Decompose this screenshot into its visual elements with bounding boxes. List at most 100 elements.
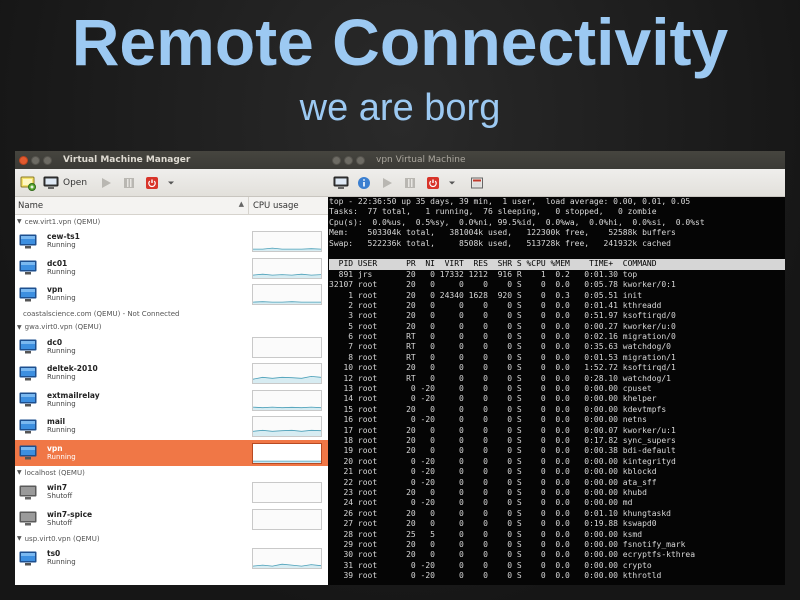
chevron-down-icon[interactable] <box>447 174 457 192</box>
vm-name: ts0 <box>47 549 61 559</box>
vm-status: Shutoff <box>47 492 73 501</box>
pause-icon[interactable] <box>401 174 419 192</box>
process-row: 24 root 0 -20 0 0 0 S 0 0.0 0:00.00 md <box>329 498 633 508</box>
process-row: 31 root 0 -20 0 0 0 S 0 0.0 0:00.00 cryp… <box>329 560 652 570</box>
expander-icon[interactable]: ▼ <box>17 469 22 476</box>
expander-icon[interactable]: ▼ <box>17 218 22 225</box>
pause-icon[interactable] <box>120 174 138 192</box>
open-button[interactable]: Open <box>42 174 87 192</box>
name-column-label: Name <box>18 200 44 211</box>
cpu-usage-graph <box>252 389 322 411</box>
cpu-usage-graph <box>252 416 322 437</box>
vm-row[interactable]: mail Running <box>15 413 328 440</box>
vm-name: cew-ts1 <box>47 232 80 242</box>
chevron-down-icon[interactable] <box>166 174 176 192</box>
power-icon[interactable] <box>143 174 161 192</box>
process-row: 8 root RT 0 0 0 0 S 0 0.0 0:01.53 migrat… <box>329 352 676 362</box>
process-row: 13 root 0 -20 0 0 0 S 0 0.0 0:00.00 cpus… <box>329 384 652 394</box>
top-summary-line: Tasks: 77 total, 1 running, 76 sleeping,… <box>329 207 657 217</box>
play-icon[interactable] <box>378 174 396 192</box>
vm-row[interactable]: win7 Shutoff <box>15 479 328 506</box>
vmm-window-title: Virtual Machine Manager <box>63 155 191 165</box>
connection-group[interactable]: ▼ usp.virt0.vpn (QEMU) <box>15 532 328 545</box>
slide-subtitle: we are borg <box>299 87 501 129</box>
cpu-usage-graph <box>252 257 322 279</box>
process-row: 3 root 20 0 0 0 0 S 0 0.0 0:51.97 ksofti… <box>329 311 676 321</box>
vm-list: ▼ cew.virt1.vpn (QEMU) cew-ts1 Running dc01 R… <box>15 215 328 572</box>
process-row: 19 root 20 0 0 0 0 S 0 0.0 0:00.38 bdi-d… <box>329 446 676 456</box>
vm-row[interactable]: vpn Running <box>15 439 328 466</box>
close-window-button[interactable] <box>332 155 341 165</box>
vm-name: vpn <box>47 285 63 295</box>
vm-row[interactable]: extmailrelay Running <box>15 387 328 414</box>
process-row: 23 root 20 0 0 0 0 S 0 0.0 0:00.00 khubd <box>329 487 647 497</box>
minimize-window-button[interactable] <box>31 155 40 165</box>
vm-name: mail <box>47 417 66 427</box>
vm-monitor-icon <box>19 287 37 302</box>
connection-group[interactable]: ▼ gwa.virt0.vpn (QEMU) <box>15 321 328 334</box>
info-icon[interactable] <box>355 174 373 192</box>
new-vm-icon[interactable] <box>19 174 37 192</box>
top-summary-line: Cpu(s): 0.0%us, 0.5%sy, 0.0%ni, 99.5%id,… <box>329 217 705 227</box>
power-icon[interactable] <box>424 174 442 192</box>
vm-status: Running <box>47 267 76 276</box>
connection-group[interactable]: ▼ localhost (QEMU) <box>15 466 328 479</box>
expander-icon[interactable]: ▼ <box>17 324 22 331</box>
vm-row[interactable]: cew-ts1 Running <box>15 228 328 255</box>
vm-name: extmailrelay <box>47 390 100 400</box>
name-column-header[interactable]: Name ▲ <box>15 197 249 214</box>
vm-row[interactable]: dc01 Running <box>15 255 328 282</box>
play-icon[interactable] <box>97 174 115 192</box>
vm-status: Running <box>47 558 76 567</box>
vm-row[interactable]: vpn Running <box>15 281 328 308</box>
process-row: 27 root 20 0 0 0 0 S 0 0.0 0:19.88 kswap… <box>329 519 657 529</box>
cpu-usage-graph <box>252 284 322 305</box>
connection-label: localhost (QEMU) <box>24 468 85 477</box>
vm-monitor-icon <box>19 366 37 381</box>
process-row: 7 root RT 0 0 0 0 S 0 0.0 0:35.63 watchd… <box>329 342 671 352</box>
fullscreen-icon[interactable] <box>468 174 486 192</box>
vm-status: Shutoff <box>47 518 73 527</box>
vm-row[interactable]: win7-spice Shutoff <box>15 506 328 533</box>
process-row: 12 root RT 0 0 0 0 S 0 0.0 0:28.10 watch… <box>329 373 671 383</box>
vm-name: deltek-2010 <box>47 364 98 374</box>
open-button-label: Open <box>63 177 88 188</box>
process-row: 18 root 20 0 0 0 0 S 0 0.0 0:17.82 sync_… <box>329 435 676 445</box>
expander-icon[interactable]: ▼ <box>17 535 22 542</box>
vm-name: vpn <box>47 443 63 453</box>
vm-row[interactable]: ts0 Running <box>15 545 328 572</box>
process-row: 2 root 20 0 0 0 0 S 0 0.0 0:01.41 kthrea… <box>329 300 662 310</box>
process-row: 32107 root 20 0 0 0 0 S 0 0.0 0:05.78 kw… <box>329 280 676 290</box>
maximize-window-button[interactable] <box>43 155 52 165</box>
process-row: 891 jrs 20 0 17332 1212 916 R 1 0.2 0:01… <box>329 269 638 279</box>
cpu-usage-graph <box>252 482 322 503</box>
maximize-window-button[interactable] <box>356 155 365 165</box>
vm-monitor-icon <box>19 445 37 460</box>
vm-monitor-icon <box>19 485 37 500</box>
vm-row[interactable]: deltek-2010 Running <box>15 360 328 387</box>
vm-monitor-icon <box>19 419 37 434</box>
connection-label: cew.virt1.vpn (QEMU) <box>24 217 101 226</box>
sort-ascending-icon: ▲ <box>238 200 244 208</box>
vm-monitor-icon <box>19 339 37 354</box>
vm-name: win7 <box>47 483 68 493</box>
vm-status: Running <box>47 373 76 382</box>
process-row: 29 root 20 0 0 0 0 S 0 0.0 0:00.00 fsnot… <box>329 539 686 549</box>
close-window-button[interactable] <box>19 155 28 165</box>
cpu-usage-graph <box>252 548 322 569</box>
vm-console-window: vpn Virtual Machine top - 22:36:50 up 35… <box>328 151 785 585</box>
top-summary-line: top - 22:36:50 up 35 days, 39 min, 1 use… <box>329 197 691 206</box>
vmm-toolbar: Open <box>15 169 328 197</box>
cpu-column-header[interactable]: CPU usage <box>249 201 299 211</box>
process-row: 39 root 0 -20 0 0 0 S 0 0.0 0:00.00 kthr… <box>329 571 662 581</box>
vm-monitor-icon <box>19 511 37 526</box>
cpu-usage-graph <box>252 442 322 464</box>
console-screen[interactable]: top - 22:36:50 up 35 days, 39 min, 1 use… <box>328 197 785 585</box>
monitor-icon[interactable] <box>332 174 350 192</box>
vm-row[interactable]: dc0 Running <box>15 334 328 361</box>
connection-group[interactable]: ▼ cew.virt1.vpn (QEMU) <box>15 215 328 228</box>
minimize-window-button[interactable] <box>344 155 353 165</box>
connection-group[interactable]: coastalscience.com (QEMU) - Not Connecte… <box>15 308 328 321</box>
vm-monitor-icon <box>19 551 37 566</box>
